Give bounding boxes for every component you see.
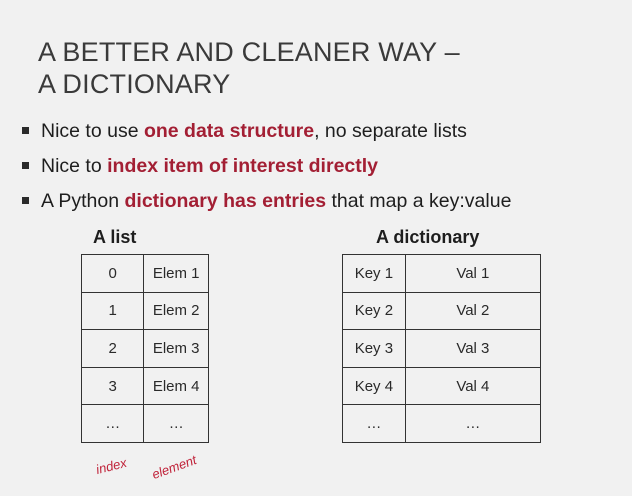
title-line-1: A BETTER AND CLEANER WAY –: [38, 37, 460, 67]
table-cell: …: [80, 404, 145, 443]
table-cell: Elem 4: [143, 366, 209, 406]
bullet-square-icon: [22, 197, 29, 204]
bullet-square-icon: [22, 162, 29, 169]
table-cell: Val 1: [404, 254, 542, 293]
table-row: Key 4 Val 4: [342, 366, 542, 406]
table-row: 0 Elem 1: [80, 254, 209, 293]
bullet-highlight: dictionary has entries: [124, 190, 327, 212]
title-line-2: A DICTIONARY: [38, 69, 231, 99]
table-cell: …: [342, 404, 406, 443]
bullet-text: that map a key:value: [326, 190, 512, 212]
list-table-title: A list: [93, 227, 137, 247]
index-annotation: index: [94, 454, 129, 477]
list-table: 0 Elem 1 1 Elem 2 2 Elem 3 3 Elem 4……: [80, 254, 209, 443]
table-row: ……: [80, 404, 209, 443]
element-annotation: element: [149, 452, 199, 482]
table-cell: Val 3: [404, 329, 542, 368]
table-cell: Elem 3: [143, 329, 209, 368]
table-cell: Key 2: [342, 291, 406, 331]
table-cell: Val 4: [404, 366, 542, 406]
table-row: Key 3 Val 3: [342, 329, 542, 368]
bullet-text: Nice to use: [41, 120, 144, 142]
table-row: Key 1 Val 1: [342, 254, 542, 293]
table-cell: 1: [80, 291, 145, 331]
table-row: ……: [342, 404, 542, 443]
table-row: 3 Elem 4: [80, 366, 209, 406]
bullet-item: Nice to index item of interest directly: [22, 153, 511, 188]
slide: A BETTER AND CLEANER WAY – A DICTIONARY …: [0, 0, 632, 496]
table-cell: 0: [80, 254, 145, 293]
bullet-list: Nice to use one data structure, no separ…: [22, 118, 511, 223]
table-cell: Elem 2: [143, 291, 209, 331]
table-cell: …: [404, 404, 542, 443]
table-cell: Elem 1: [143, 254, 209, 293]
bullet-highlight: one data structure: [143, 120, 315, 142]
dict-table: Key 1 Val 1 Key 2 Val 2 Key 3 Val 3 Key 4 Val 4…: [342, 254, 542, 443]
bullet-highlight: index item of interest directly: [107, 155, 379, 177]
bullet-text: Nice to: [41, 155, 108, 177]
table-cell: Key 3: [342, 329, 406, 368]
bullet-item: A Python dictionary has entries that map…: [22, 188, 511, 223]
dict-table-title: A dictionary: [376, 227, 480, 247]
bullet-square-icon: [22, 127, 29, 134]
slide-title: A BETTER AND CLEANER WAY – A DICTIONARY: [38, 36, 460, 100]
table-cell: …: [143, 404, 209, 443]
table-row: 2 Elem 3: [80, 329, 209, 368]
table-cell: 2: [80, 329, 145, 368]
table-row: Key 2 Val 2: [342, 291, 542, 331]
table-row: 1 Elem 2: [80, 291, 209, 331]
table-cell: Key 1: [342, 254, 406, 293]
bullet-text: , no separate lists: [314, 120, 467, 142]
bullet-item: Nice to use one data structure, no separ…: [22, 118, 511, 153]
table-cell: Key 4: [342, 366, 406, 406]
bullet-text: A Python: [41, 190, 125, 212]
table-cell: Val 2: [404, 291, 542, 331]
table-cell: 3: [80, 366, 145, 406]
